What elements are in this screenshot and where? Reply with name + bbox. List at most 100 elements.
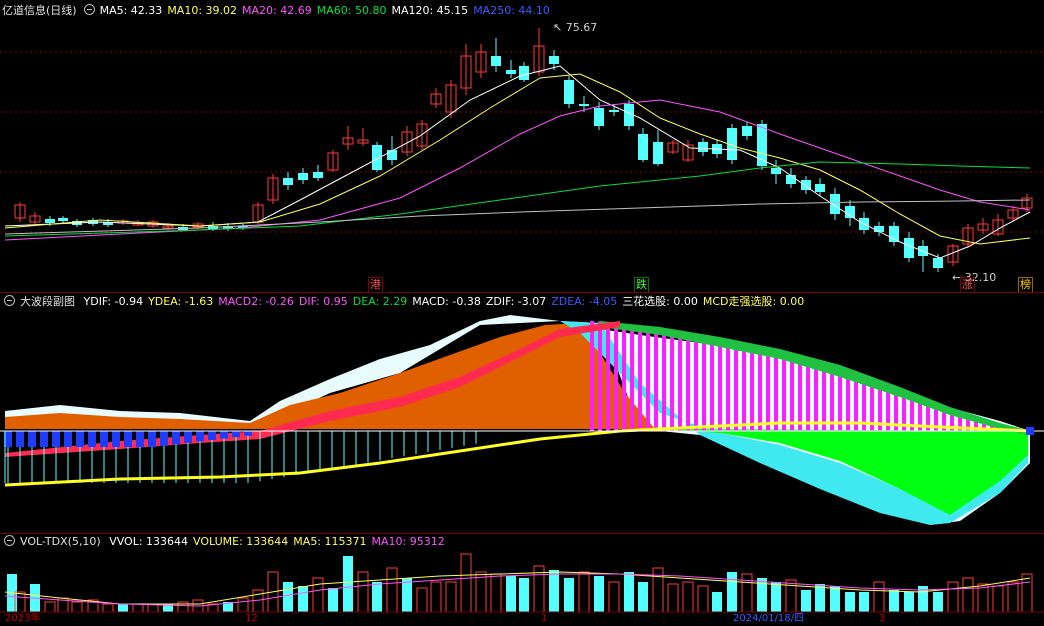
end-marker	[1026, 427, 1034, 435]
candle-body-down	[609, 110, 619, 112]
volume-bar-up	[962, 577, 974, 613]
candle-body-down	[564, 80, 574, 104]
indicator-readout: MA250: 44.10	[473, 4, 550, 17]
zdea-block	[232, 431, 240, 438]
zdea-block	[28, 431, 36, 447]
indicator-readout: MA5: 115371	[293, 535, 367, 548]
indicator-readout: DIF: 0.95	[298, 295, 348, 308]
zdea-block	[76, 431, 84, 447]
marker-die[interactable]: 跌	[634, 277, 649, 293]
candle-body-down	[889, 226, 899, 242]
volume-ma10-line	[4, 573, 1031, 607]
candle-body-down	[491, 56, 501, 66]
indicator-readout: MA120: 45.15	[391, 4, 469, 17]
volume-bar-up	[652, 567, 664, 613]
volume-bar-down	[889, 590, 899, 612]
candle-body-down	[506, 70, 516, 74]
volume-bar-up	[237, 597, 249, 613]
volume-bar-up	[1007, 581, 1019, 613]
volume-legend: VOL-TDX(5,10) VVOL: 133644 VOLUME: 133644…	[2, 534, 455, 550]
candle-body-down	[771, 168, 781, 174]
indicator-readout: 三花选股: 0.00	[622, 295, 698, 308]
volume-bar-down	[343, 556, 353, 612]
volume-bar-down	[118, 604, 128, 612]
indicator-readout: VVOL: 133644	[109, 535, 189, 548]
volume-bar-down	[298, 586, 308, 612]
indicator-readout: ZDEA: -4.05	[551, 295, 618, 308]
zdea-block	[40, 431, 48, 447]
marker-gang[interactable]: 港	[368, 277, 383, 293]
zdea-block	[148, 431, 156, 447]
candle-body-down	[742, 126, 752, 136]
volume-bar-down	[727, 572, 737, 612]
candle-body-down	[594, 108, 604, 126]
volume-bar-down	[594, 576, 604, 612]
price-legend: 亿道信息(日线) MA5: 42.33 MA10: 39.02 MA20: 42.69…	[2, 3, 560, 19]
settings-circle-icon[interactable]	[4, 535, 15, 546]
marker-bang[interactable]: 榜	[1018, 277, 1033, 293]
indicator-readout: ZDIF: -3.07	[485, 295, 547, 308]
volume-bar-up	[667, 583, 679, 613]
wave-title: 大波段副图	[20, 295, 75, 308]
chart-title: 亿道信息(日线)	[2, 4, 77, 17]
candle-body-down	[638, 134, 648, 160]
zdea-block	[208, 431, 216, 441]
settings-circle-icon[interactable]	[4, 295, 15, 306]
volume-bar-down	[801, 590, 811, 612]
settings-circle-icon[interactable]	[83, 4, 95, 15]
volume-bar-down	[372, 582, 382, 612]
volume-bar-down	[815, 584, 825, 612]
zdea-block	[52, 431, 60, 447]
volume-bar-down	[624, 572, 634, 612]
volume-title: VOL-TDX(5,10)	[20, 535, 101, 548]
high-price-value: 75.67	[565, 21, 598, 34]
volume-bar-up	[1021, 573, 1033, 613]
zdea-block	[16, 431, 24, 447]
volume-bar-down	[283, 582, 293, 612]
zdea-block	[112, 431, 120, 447]
volume-bar-down	[638, 582, 648, 612]
candlestick-chart[interactable]	[0, 0, 1044, 292]
volume-bar-down	[564, 578, 574, 612]
cursor-date-label: 2024/01/18/四	[733, 613, 805, 624]
volume-bar-down	[830, 586, 840, 612]
ma60-line	[4, 161, 1031, 237]
candle-body-down	[815, 184, 825, 192]
indicator-readout: MA20: 42.69	[242, 4, 312, 17]
volume-ma5-line	[4, 571, 1031, 605]
zdea-block	[136, 431, 144, 447]
wave-sub-panel[interactable]: 大波段副图 YDIF: -0.94 YDEA: -1.63 MACD2: -0.26…	[0, 293, 1044, 533]
candle-body-down	[653, 142, 663, 164]
volume-bar-down	[845, 592, 855, 612]
wave-legend: 大波段副图 YDIF: -0.94 YDEA: -1.63 MACD2: -0.26…	[2, 294, 814, 310]
volume-bar-down	[712, 592, 722, 612]
volume-bar-up	[445, 581, 457, 613]
indicator-readout: MA10: 95312	[371, 535, 445, 548]
volume-bar-down	[328, 588, 338, 612]
candle-body-down	[845, 206, 855, 218]
price-panel[interactable]: 亿道信息(日线) MA5: 42.33 MA10: 39.02 MA20: 42.69…	[0, 0, 1044, 293]
candle-body-down	[298, 173, 308, 180]
volume-bar-up	[416, 587, 428, 613]
volume-bar-down	[859, 592, 869, 612]
volume-bar-up	[873, 581, 885, 613]
candle-body-down	[904, 238, 914, 258]
volume-bar-down	[933, 592, 943, 612]
volume-bar-up	[608, 581, 620, 613]
date-label-month-12: 12	[245, 613, 258, 624]
volume-bar-down	[771, 582, 781, 612]
candle-body-down	[579, 104, 589, 106]
volume-bar-up	[682, 581, 694, 613]
volume-bar-up	[102, 603, 114, 613]
volume-bar-down	[402, 578, 412, 612]
volume-bar-up	[132, 603, 144, 613]
indicator-readout: DEA: 2.29	[352, 295, 408, 308]
marker-zhang[interactable]: 涨	[960, 277, 975, 293]
volume-panel[interactable]: VOL-TDX(5,10) VVOL: 133644 VOLUME: 133644…	[0, 534, 1044, 624]
candle-body-down	[698, 142, 708, 152]
candle-body-down	[933, 258, 943, 268]
volume-bar-up	[947, 581, 959, 613]
wave-indicator-chart[interactable]	[0, 293, 1044, 533]
volume-bar-up	[992, 585, 1004, 613]
candle-body-down	[58, 218, 68, 221]
